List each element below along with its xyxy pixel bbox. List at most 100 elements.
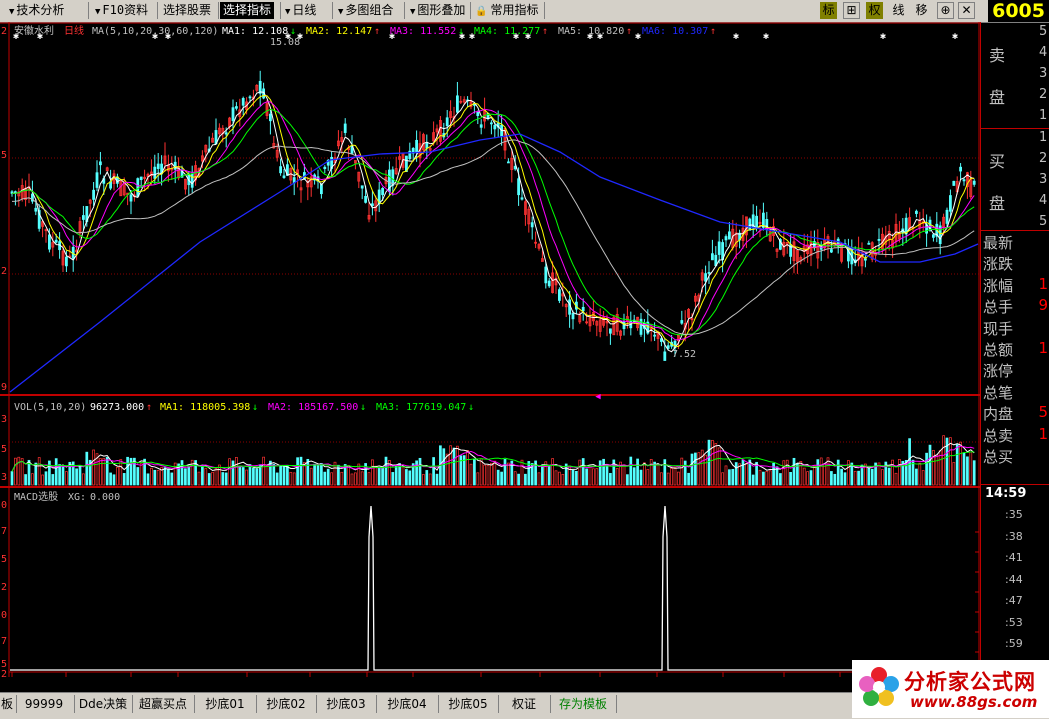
vol-title: VOL(5,10,20) [14, 402, 86, 413]
y-tick-label: 2 [1, 26, 7, 37]
volume-bar [41, 474, 44, 486]
volume-bar [241, 467, 245, 486]
toolbar-select-indicator[interactable]: 选择指标 [220, 2, 275, 19]
ma-legend-arrow: ↑ [374, 26, 380, 37]
line-icon[interactable]: 线 [890, 2, 907, 19]
ma-legend-value: MA1: 12.108 [222, 26, 288, 37]
candle-body [34, 207, 38, 212]
candle-body [48, 234, 51, 250]
volume-bar [537, 472, 541, 486]
volume-bar [925, 452, 928, 486]
bottom-tab[interactable]: 抄底03 [318, 695, 374, 713]
quote-row: 最新 [981, 232, 1049, 253]
quote-key: 涨幅 [983, 276, 1014, 295]
volume-bar [520, 459, 524, 486]
dropdown-arrow-icon: ▼ [95, 7, 101, 17]
rights-icon[interactable]: 权 [866, 2, 883, 19]
volume-bar [762, 471, 765, 486]
y-tick-label: 9 [1, 382, 7, 393]
level-number: 1 [1039, 130, 1048, 145]
candle-body [92, 189, 95, 200]
candle-body [445, 117, 449, 127]
quote-row: 总额 1 [981, 339, 1049, 360]
tab-separator [256, 695, 257, 713]
bottom-tab[interactable]: 权证 [500, 695, 548, 713]
stock-chart[interactable]: ✱ ✱ ✱ ✱ ✱ ✱ ✱ ✱ ✱ ✱ ✱ ✱ ✱ ✱ ✱ ✱ ✱ ✱◀ 安徽水利 日线 MA(5,10,20,3… [0, 22, 980, 677]
volume-bar [323, 471, 327, 486]
stock-name: 安徽水利 [14, 24, 54, 37]
vol-legend-value: MA3: 177619.047 [376, 402, 466, 413]
toolbar-overlay[interactable]: ▼ 图形叠加 [407, 2, 468, 19]
volume-bar [949, 437, 952, 486]
toolbar-multi-chart[interactable]: ▼ 多图组合 [335, 2, 396, 19]
tab-separator [194, 695, 195, 713]
y-tick-label: 2 [1, 582, 7, 593]
volume-bar [496, 469, 500, 486]
toolbar-technical-analysis[interactable]: ▼ 技术分析 [6, 2, 67, 19]
y-tick-label: 7 [1, 636, 7, 647]
volume-bar [802, 467, 806, 486]
volume-bar [558, 471, 561, 486]
bottom-tab[interactable]: 抄底05 [440, 695, 496, 713]
volume-bar [75, 468, 78, 486]
bottom-tab[interactable]: 板 [0, 695, 14, 713]
volume-bar [717, 447, 721, 486]
lock-icon: 🔒 [475, 6, 488, 17]
volume-bar [819, 457, 823, 486]
volume-bar [578, 459, 582, 486]
volume-bar [279, 465, 282, 486]
toolbar-common-indicator[interactable]: 🔒 常用指标 [472, 2, 541, 19]
volume-ma-lines [11, 442, 975, 472]
volume-bar [456, 445, 459, 486]
candle-body [248, 96, 252, 99]
volume-bar [507, 462, 510, 486]
time-tick: :47 [1005, 594, 1023, 607]
volume-bar [418, 457, 422, 486]
volume-bar [466, 450, 469, 486]
candle-body [517, 178, 520, 196]
volume-bar [432, 457, 435, 486]
candle-body [136, 178, 140, 197]
bottom-tab[interactable]: 抄底02 [258, 695, 314, 713]
close-icon[interactable]: ✕ [958, 2, 975, 19]
candle-body [455, 95, 459, 113]
volume-bar [483, 464, 486, 486]
ma-legend-value: MA6: 10.307 [642, 26, 708, 37]
volume-bar [473, 458, 476, 486]
tab-separator [316, 695, 317, 713]
volume-bar [17, 456, 21, 486]
toolbar-f10[interactable]: ▼ F10资料 [92, 2, 151, 19]
bottom-tab[interactable]: 99999 [16, 695, 72, 713]
volume-bar [153, 469, 157, 486]
mark-icon[interactable]: 标 [820, 2, 837, 19]
bottom-tab[interactable]: 存为模板 [552, 695, 614, 713]
volume-bar [595, 468, 599, 486]
bottom-tab[interactable]: Dde决策 [76, 695, 130, 713]
bottom-tab[interactable]: 抄底01 [196, 695, 254, 713]
cursor-marker-icon: ◀ [595, 392, 601, 402]
volume-bar [636, 458, 639, 486]
vol-arrow: ↑ [146, 402, 152, 413]
zoom-icon[interactable]: ⊕ [937, 2, 954, 19]
bottom-tab[interactable]: 超赢买点 [134, 695, 192, 713]
move-icon[interactable]: 移 [913, 2, 930, 19]
volume-bar [959, 441, 962, 486]
bottom-tab[interactable]: 抄底04 [378, 695, 436, 713]
volume-bar [952, 462, 956, 486]
volume-bar [299, 456, 303, 486]
ma-lines [9, 91, 979, 393]
grid-icon[interactable]: ⊞ [843, 2, 860, 19]
separator [332, 2, 333, 19]
volume-bar [286, 465, 289, 486]
volume-bar [245, 469, 248, 486]
y-tick-label: 2 [1, 669, 7, 677]
volume-bar [374, 465, 378, 486]
level-number: 5 [1039, 214, 1048, 229]
toolbar-daily[interactable]: ▼ 日线 [282, 2, 319, 19]
time-tick: :35 [1005, 508, 1023, 521]
separator [404, 2, 405, 19]
volume-bar [296, 457, 299, 486]
volume-bar [629, 456, 633, 486]
toolbar-select-stock[interactable]: 选择股票 [160, 2, 214, 19]
toolbar-label: 常用指标 [490, 3, 539, 17]
